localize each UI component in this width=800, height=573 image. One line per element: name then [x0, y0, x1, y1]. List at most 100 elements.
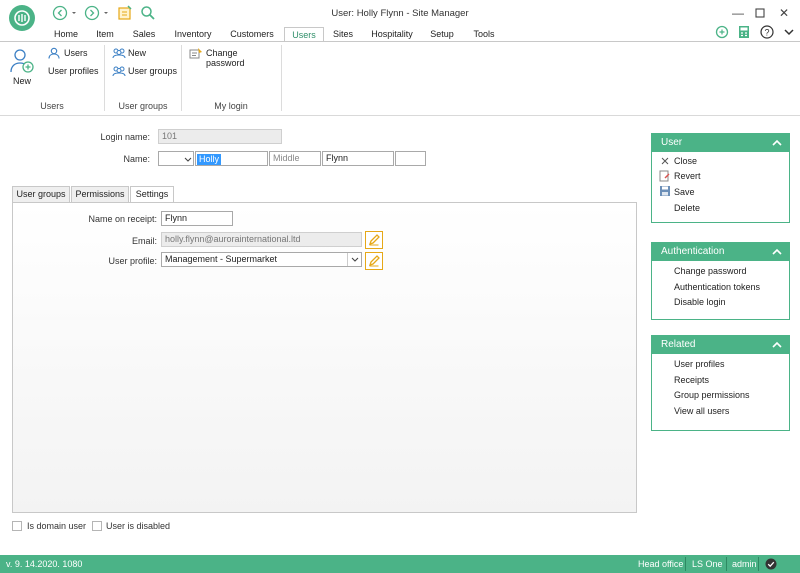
- user-disabled-label: User is disabled: [106, 521, 171, 531]
- email-field[interactable]: holly.flynn@aurorainternational.ltd: [161, 232, 362, 247]
- change-password-action[interactable]: Change password: [674, 266, 747, 276]
- edit-profile-button[interactable]: [365, 252, 383, 270]
- new-user-icon: [9, 47, 35, 75]
- maximize-icon[interactable]: [751, 5, 769, 21]
- svg-text:?: ?: [764, 28, 769, 38]
- revert-icon: [659, 170, 671, 182]
- ribbon-divider: [181, 45, 182, 111]
- ribbon-group-label-user-groups: User groups: [118, 101, 168, 111]
- tab-home[interactable]: Home: [49, 27, 83, 42]
- close-action[interactable]: Close: [674, 156, 697, 166]
- email-label: Email:: [131, 236, 157, 246]
- user-profile-select[interactable]: Management - Supermarket: [161, 252, 362, 267]
- related-receipts-link[interactable]: Receipts: [674, 375, 709, 385]
- user-disabled-checkbox[interactable]: [92, 521, 102, 531]
- user-profile-value: Management - Supermarket: [165, 254, 278, 264]
- tab-inventory[interactable]: Inventory: [168, 27, 218, 42]
- status-bar: v. 9. 14.2020. 1080 Head office LS One a…: [0, 555, 800, 573]
- edit-email-button[interactable]: [365, 231, 383, 249]
- panel-header[interactable]: Authentication: [652, 243, 789, 261]
- user-text: admin: [732, 559, 757, 569]
- disable-login-action[interactable]: Disable login: [674, 297, 726, 307]
- title-select[interactable]: [158, 151, 194, 166]
- new-user-group-button[interactable]: New: [112, 47, 162, 60]
- receipt-name-label: Name on receipt:: [88, 214, 157, 224]
- suffix-field[interactable]: [395, 151, 426, 166]
- chevron-down-icon: [183, 154, 193, 164]
- tab-item[interactable]: Item: [90, 27, 120, 42]
- status-divider: [726, 557, 727, 571]
- related-group-permissions-link[interactable]: Group permissions: [674, 390, 750, 400]
- product-text: LS One: [692, 559, 723, 569]
- ribbon-group-label-users: Users: [40, 101, 64, 111]
- chevron-up-icon: [771, 246, 783, 258]
- tab-sites[interactable]: Sites: [329, 27, 357, 42]
- authentication-panel: Authentication Change password Authentic…: [651, 242, 790, 320]
- login-name-field[interactable]: 101: [158, 129, 282, 144]
- pencil-icon: [366, 232, 382, 248]
- user-groups-icon: [112, 47, 126, 59]
- tab-hospitality[interactable]: Hospitality: [366, 27, 418, 42]
- name-label: Name:: [123, 154, 150, 164]
- chevron-up-icon: [771, 339, 783, 351]
- close-icon[interactable]: ✕: [775, 5, 793, 21]
- domain-user-checkbox[interactable]: [12, 521, 22, 531]
- minimize-icon[interactable]: —: [729, 5, 747, 21]
- first-name-field[interactable]: Holly: [195, 151, 268, 166]
- save-action[interactable]: Save: [674, 187, 695, 197]
- checkmark-icon: [765, 558, 777, 570]
- delete-action[interactable]: Delete: [674, 203, 700, 213]
- user-profile-label: User profile:: [108, 256, 157, 266]
- new-user-button[interactable]: New: [9, 47, 35, 89]
- tab-setup[interactable]: Setup: [426, 27, 458, 42]
- panel-title: Authentication: [661, 246, 725, 257]
- users-button[interactable]: Users: [47, 47, 102, 60]
- related-user-profiles-link[interactable]: User profiles: [674, 359, 725, 369]
- authentication-tokens-action[interactable]: Authentication tokens: [674, 282, 760, 292]
- change-password-button[interactable]: Change password: [189, 47, 277, 68]
- help-icon[interactable]: ?: [760, 25, 774, 39]
- user-groups-icon: [112, 65, 126, 77]
- tab-sales[interactable]: Sales: [128, 27, 160, 42]
- first-name-value: Holly: [197, 154, 222, 165]
- ribbon-divider: [104, 45, 105, 111]
- chevron-down-icon: [347, 253, 361, 266]
- settings-panel: [12, 202, 637, 513]
- status-divider: [758, 557, 759, 571]
- ribbon-group-label-my-login: My login: [214, 101, 248, 111]
- save-icon: [659, 185, 671, 197]
- calculator-icon[interactable]: [737, 25, 751, 39]
- middle-name-field[interactable]: Middle: [269, 151, 321, 166]
- status-divider: [685, 557, 686, 571]
- panel-header[interactable]: User: [652, 134, 789, 152]
- domain-user-label: Is domain user: [27, 521, 87, 531]
- version-text: v. 9. 14.2020. 1080: [6, 559, 83, 569]
- tab-settings[interactable]: Settings: [130, 186, 174, 203]
- new-user-label: New: [12, 76, 31, 86]
- chevron-up-icon: [771, 137, 783, 149]
- user-groups-button[interactable]: User groups: [112, 65, 182, 78]
- receipt-name-field[interactable]: Flynn: [161, 211, 233, 226]
- tab-customers[interactable]: Customers: [226, 27, 278, 42]
- change-password-icon: [189, 47, 203, 59]
- tab-users[interactable]: Users: [284, 27, 324, 42]
- login-name-label: Login name:: [100, 132, 150, 142]
- window-title: User: Holly Flynn - Site Manager: [331, 8, 469, 19]
- user-profiles-button[interactable]: User profiles: [48, 66, 99, 76]
- last-name-field[interactable]: Flynn: [322, 151, 394, 166]
- related-panel: Related User profiles Receipts Group per…: [651, 335, 790, 431]
- related-view-all-users-link[interactable]: View all users: [674, 406, 729, 416]
- sync-icon[interactable]: [715, 25, 729, 39]
- tab-permissions[interactable]: Permissions: [71, 186, 129, 202]
- change-password-label: Change password: [206, 48, 245, 68]
- user-groups-label: User groups: [128, 66, 178, 76]
- user-actions-panel: User Close Revert Save Delete: [651, 133, 790, 223]
- panel-title: Related: [661, 339, 696, 350]
- tab-tools[interactable]: Tools: [467, 27, 501, 42]
- users-label: Users: [64, 48, 88, 58]
- tab-user-groups[interactable]: User groups: [12, 186, 70, 202]
- close-icon: [660, 156, 670, 166]
- panel-header[interactable]: Related: [652, 336, 789, 354]
- revert-action[interactable]: Revert: [674, 171, 701, 181]
- collapse-icon[interactable]: [782, 25, 796, 39]
